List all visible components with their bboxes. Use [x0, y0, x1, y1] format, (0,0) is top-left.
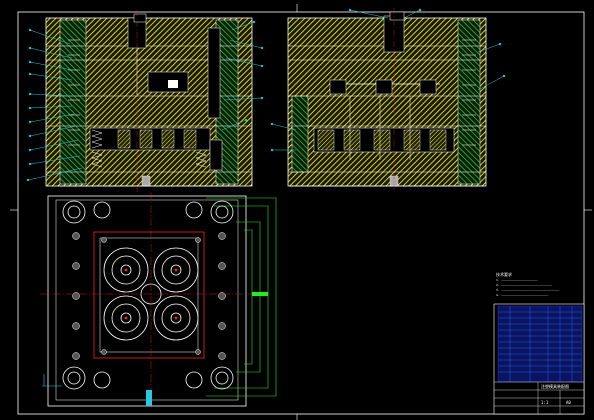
drawing-name: 注塑模具装配图: [541, 384, 569, 389]
side-section-view: [270, 8, 506, 192]
front-section-view: [26, 10, 264, 192]
note-1: 1. ————————————————————: [496, 278, 538, 282]
title-block: [493, 303, 585, 415]
sheet-size: A0: [566, 400, 571, 405]
plan-view: [40, 192, 277, 410]
scale-value: 1:1: [541, 400, 549, 405]
note-3: 3. ————————————————————————————————: [496, 288, 560, 292]
notes-heading: 技术要求: [496, 272, 512, 277]
note-2: 2. ————————————————————————————: [496, 283, 552, 287]
note-4: 4. ——————————————————————————: [496, 293, 549, 297]
cad-drawing-sheet: [10, 4, 592, 420]
